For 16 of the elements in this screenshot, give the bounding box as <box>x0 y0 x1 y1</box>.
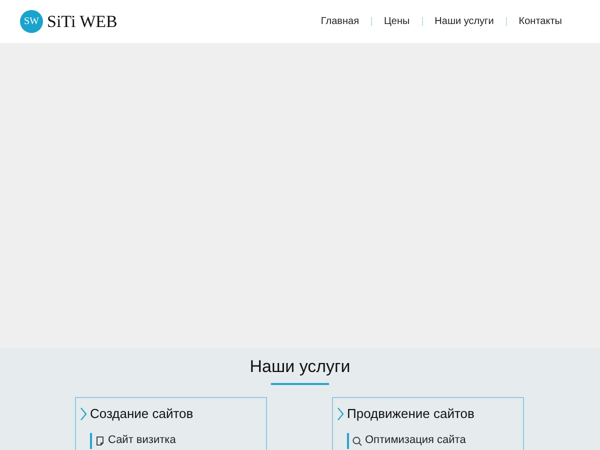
title-underline <box>271 383 329 385</box>
search-icon <box>352 436 362 446</box>
page-icon <box>95 436 105 446</box>
section-title: Наши услуги <box>250 357 350 377</box>
service-link[interactable]: Сайт визитка <box>90 432 178 448</box>
nav-link[interactable]: Контакты <box>518 14 562 29</box>
service-link[interactable]: Оптимизация сайта <box>347 432 468 448</box>
card-title: Продвижение сайтов <box>347 405 474 423</box>
nav-link[interactable]: Главная <box>320 14 359 29</box>
chevron-icon <box>80 406 87 421</box>
site-name: SiTi WEB <box>47 10 118 33</box>
chevron-icon <box>337 406 344 421</box>
logo-badge: SW <box>20 10 43 33</box>
nav-link[interactable]: Цены <box>384 14 410 29</box>
card-title: Создание сайтов <box>90 405 194 423</box>
nav-link[interactable]: Наши услуги <box>434 14 494 29</box>
